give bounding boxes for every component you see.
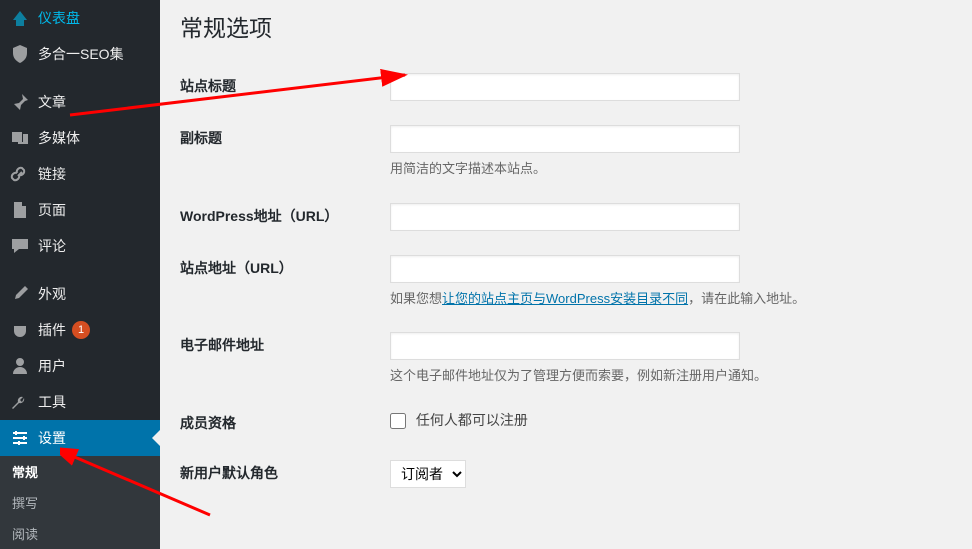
label-membership: 成员资格: [180, 398, 380, 448]
menu-label: 链接: [38, 164, 66, 184]
menu-label: 仪表盘: [38, 8, 80, 28]
menu-label: 多媒体: [38, 128, 80, 148]
menu-label: 外观: [38, 284, 66, 304]
sliders-icon: [10, 428, 30, 448]
label-site-url: 站点地址（URL）: [180, 243, 380, 321]
admin-sidebar: 仪表盘 多合一SEO集 文章 多媒体 链接 页面 评论: [0, 0, 160, 522]
update-badge: 1: [72, 321, 90, 339]
tagline-desc: 用简洁的文字描述本站点。: [390, 159, 942, 179]
pin-icon: [10, 92, 30, 112]
site-url-desc: 如果您想让您的站点主页与WordPress安装目录不同，请在此输入地址。: [390, 289, 942, 309]
membership-checkbox-label: 任何人都可以注册: [416, 412, 528, 428]
wrench-icon: [10, 392, 30, 412]
settings-submenu: 常规 撰写 阅读: [0, 456, 160, 549]
menu-label: 评论: [38, 236, 66, 256]
menu-label: 页面: [38, 200, 66, 220]
menu-plugins[interactable]: 插件 1: [0, 312, 160, 348]
menu-pages[interactable]: 页面: [0, 192, 160, 228]
menu-media[interactable]: 多媒体: [0, 120, 160, 156]
label-default-role: 新用户默认角色: [180, 448, 380, 500]
label-tagline: 副标题: [180, 113, 380, 191]
user-icon: [10, 356, 30, 376]
brush-icon: [10, 284, 30, 304]
site-title-input[interactable]: [390, 73, 740, 101]
menu-label: 用户: [38, 356, 66, 376]
page-title: 常规选项: [180, 0, 952, 61]
menu-settings[interactable]: 设置: [0, 420, 160, 456]
menu-label: 插件: [38, 320, 66, 340]
menu-dashboard[interactable]: 仪表盘: [0, 0, 160, 36]
site-url-input[interactable]: [390, 255, 740, 283]
label-wp-url: WordPress地址（URL）: [180, 191, 380, 243]
menu-links[interactable]: 链接: [0, 156, 160, 192]
tagline-input[interactable]: [390, 125, 740, 153]
label-site-title: 站点标题: [180, 61, 380, 113]
menu-users[interactable]: 用户: [0, 348, 160, 384]
menu-label: 设置: [38, 428, 66, 448]
comment-icon: [10, 236, 30, 256]
plug-icon: [10, 320, 30, 340]
menu-appearance[interactable]: 外观: [0, 276, 160, 312]
wp-url-input[interactable]: [390, 203, 740, 231]
membership-checkbox[interactable]: [390, 413, 406, 429]
email-desc: 这个电子邮件地址仅为了管理方便而索要，例如新注册用户通知。: [390, 366, 942, 386]
site-url-help-link[interactable]: 让您的站点主页与WordPress安装目录不同: [442, 291, 688, 306]
link-icon: [10, 164, 30, 184]
media-icon: [10, 128, 30, 148]
menu-comments[interactable]: 评论: [0, 228, 160, 264]
submenu-reading[interactable]: 阅读: [0, 518, 160, 549]
admin-email-input[interactable]: [390, 332, 740, 360]
menu-seo[interactable]: 多合一SEO集: [0, 36, 160, 72]
submenu-writing[interactable]: 撰写: [0, 487, 160, 518]
label-email: 电子邮件地址: [180, 320, 380, 398]
menu-posts[interactable]: 文章: [0, 84, 160, 120]
membership-option[interactable]: 任何人都可以注册: [390, 412, 528, 428]
default-role-select[interactable]: 订阅者: [390, 460, 466, 488]
settings-form: 站点标题 副标题 用简洁的文字描述本站点。 WordPress地址（URL）: [180, 61, 952, 500]
menu-tools[interactable]: 工具: [0, 384, 160, 420]
dashboard-icon: [10, 8, 30, 28]
content-area: 常规选项 站点标题 副标题 用简洁的文字描述本站点。 WordPress地址（U…: [160, 0, 972, 522]
menu-label: 工具: [38, 392, 66, 412]
menu-label: 文章: [38, 92, 66, 112]
shield-icon: [10, 44, 30, 64]
menu-label: 多合一SEO集: [38, 44, 124, 64]
page-icon: [10, 200, 30, 220]
submenu-general[interactable]: 常规: [0, 456, 160, 487]
